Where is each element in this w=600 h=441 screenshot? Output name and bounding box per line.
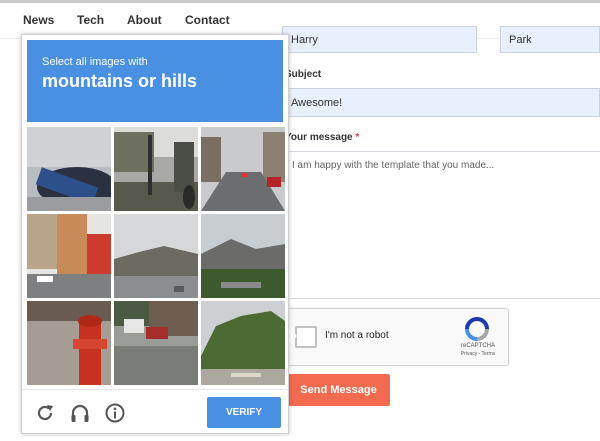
- tile-fire-hydrant[interactable]: [27, 301, 111, 385]
- first-name-field[interactable]: Harry: [282, 26, 477, 53]
- tile-mountain-trees[interactable]: [201, 214, 285, 298]
- challenge-instruction: Select all images with: [42, 56, 148, 68]
- tile-building-facade[interactable]: [27, 214, 111, 298]
- recaptcha-label: I'm not a robot: [325, 330, 389, 341]
- recaptcha-brand: reCAPTCHA: [460, 343, 495, 349]
- tile-forest-hillside[interactable]: [201, 301, 285, 385]
- nav-news[interactable]: News: [23, 13, 54, 27]
- send-message-button[interactable]: Send Message: [287, 374, 390, 406]
- captcha-challenge-popup: Select all images with mountains or hill…: [21, 34, 289, 434]
- subject-value: Awesome!: [291, 96, 343, 109]
- tile-street-with-pole[interactable]: [114, 127, 198, 211]
- last-name-field[interactable]: Park: [500, 26, 600, 53]
- verify-button[interactable]: VERIFY: [207, 397, 281, 428]
- message-value: I am happy with the template that you ma…: [292, 160, 495, 171]
- headphones-icon[interactable]: [69, 402, 91, 424]
- tile-hill-landscape[interactable]: [114, 214, 198, 298]
- message-textarea[interactable]: I am happy with the template that you ma…: [282, 151, 600, 299]
- nav-tech[interactable]: Tech: [77, 13, 104, 27]
- subject-label: Subject: [285, 69, 322, 80]
- recaptcha-links[interactable]: Privacy - Terms: [448, 351, 508, 357]
- tile-street-cars[interactable]: [114, 301, 198, 385]
- nav-contact[interactable]: Contact: [185, 13, 230, 27]
- subject-field[interactable]: Awesome!: [282, 88, 600, 117]
- recaptcha-logo-icon: [465, 317, 489, 341]
- nav-about[interactable]: About: [127, 13, 162, 27]
- last-name-value: Park: [509, 33, 532, 46]
- recaptcha-checkbox[interactable]: [295, 326, 317, 348]
- message-label: Your message *: [285, 132, 359, 143]
- challenge-footer: VERIFY: [22, 389, 288, 435]
- challenge-banner: Select all images with mountains or hill…: [27, 40, 283, 122]
- recaptcha-widget: I'm not a robot reCAPTCHA Privacy - Term…: [284, 308, 509, 366]
- challenge-target: mountains or hills: [42, 71, 198, 91]
- info-icon[interactable]: [104, 402, 126, 424]
- required-marker: *: [355, 132, 360, 143]
- message-label-text: Your message: [285, 132, 353, 143]
- first-name-value: Harry: [291, 33, 318, 46]
- tile-city-road[interactable]: [201, 127, 285, 211]
- reload-icon[interactable]: [34, 402, 56, 424]
- tile-close-up-car[interactable]: [27, 127, 111, 211]
- image-grid: [27, 127, 285, 385]
